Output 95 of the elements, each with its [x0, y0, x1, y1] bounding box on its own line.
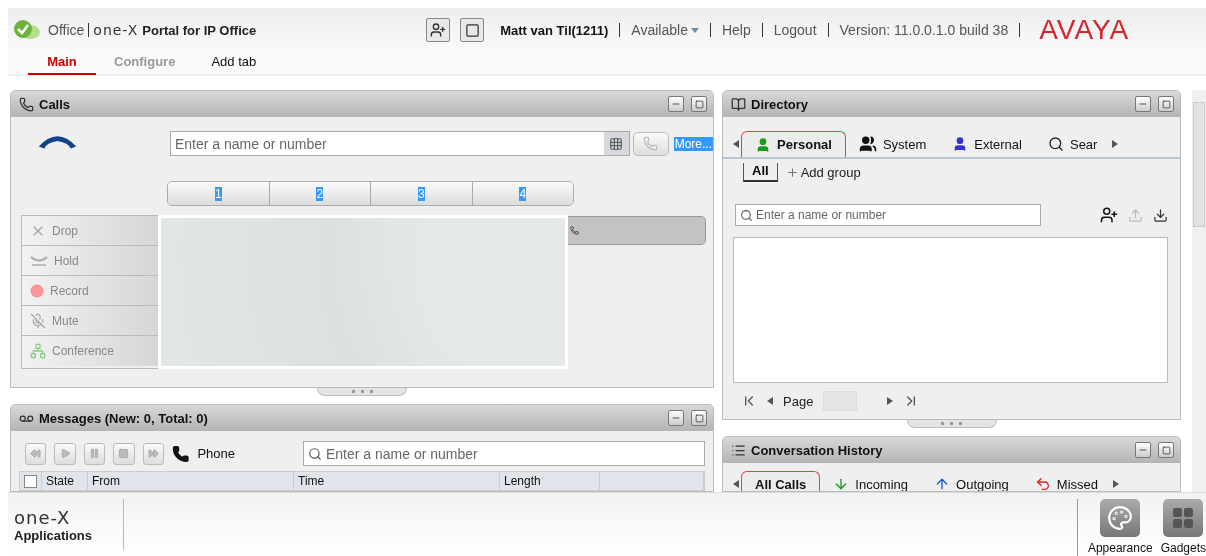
phone-label: Phone	[197, 446, 235, 461]
keypad-button[interactable]	[603, 132, 629, 155]
window-icon	[464, 22, 480, 38]
applications-label: Applications	[14, 527, 93, 543]
grid-icon	[1171, 506, 1196, 530]
left-triangle-icon	[733, 140, 739, 148]
chat-logo-icon	[12, 19, 42, 41]
history-tab[interactable]: All Calls	[741, 471, 821, 491]
maximize-icon	[694, 99, 704, 109]
search-icon	[1047, 136, 1064, 152]
status-dropdown[interactable]: Available	[631, 22, 699, 38]
missed-call-icon	[1034, 476, 1051, 491]
book-icon	[731, 96, 746, 112]
main-tab[interactable]: Add tab	[193, 51, 275, 75]
people-icon	[858, 135, 877, 153]
user-name: Matt van Til(1211)	[500, 22, 609, 38]
column-header[interactable]: Length	[500, 472, 600, 490]
add-contact-icon	[1100, 206, 1119, 224]
column-header[interactable]: From	[88, 472, 294, 490]
stop-icon	[118, 448, 130, 459]
add-contact-button[interactable]	[426, 18, 451, 42]
column-header[interactable]: Time	[294, 472, 500, 490]
column-header[interactable]: State	[42, 472, 88, 490]
window-button[interactable]	[460, 18, 485, 42]
minimize-button[interactable]	[1135, 442, 1152, 458]
keypad-icon	[609, 136, 624, 151]
list-icon	[731, 442, 746, 458]
phone-icon	[643, 136, 659, 151]
maximize-icon	[1161, 99, 1171, 109]
message-search-field[interactable]: Enter a name or number	[303, 441, 705, 466]
brand-logo: AVAYA	[1039, 14, 1130, 46]
download-icon	[1153, 207, 1169, 223]
header-link[interactable]: Logout	[773, 22, 817, 38]
record-icon	[30, 283, 44, 298]
telephone-icon	[19, 96, 34, 112]
onex-logo: one-X	[14, 506, 72, 528]
header-link[interactable]: Help	[721, 22, 751, 38]
version-text: Version: 11.0.0.1.0 build 38	[839, 22, 1009, 38]
add-group-button[interactable]: Add group	[785, 165, 861, 180]
product-name: Office	[48, 22, 85, 38]
panel-title: Directory	[751, 96, 810, 112]
grip-icon	[941, 422, 963, 425]
handset-icon	[570, 226, 579, 235]
play-icon	[59, 448, 71, 459]
palette-icon	[1107, 505, 1134, 531]
panel-title: Messages (New: 0, Total: 0)	[39, 410, 209, 426]
right-triangle-icon	[1113, 480, 1119, 488]
previous-page-icon	[767, 397, 773, 405]
hold-icon	[30, 255, 48, 266]
conference-icon	[30, 343, 46, 359]
history-tab[interactable]: Incoming	[820, 471, 922, 491]
onex-logo: one-X	[93, 22, 139, 38]
page-label: Page	[783, 393, 814, 409]
mute-icon	[30, 312, 46, 329]
rewind-icon	[30, 448, 42, 459]
directory-tab[interactable]: External	[939, 131, 1035, 157]
next-page-icon	[887, 397, 894, 405]
fast-forward-icon	[147, 448, 159, 459]
main-tab[interactable]: Main	[28, 51, 96, 75]
upload-icon	[1128, 207, 1144, 223]
pause-icon	[88, 448, 100, 459]
person-icon	[755, 136, 771, 153]
panel-title: Conversation History	[751, 442, 884, 458]
app-launcher[interactable]: Appearance	[1087, 499, 1153, 556]
dial-input-field[interactable]: Enter a name or number	[169, 131, 630, 156]
add-person-icon	[430, 22, 447, 38]
maximize-button[interactable]	[691, 96, 707, 112]
phone-icon	[171, 444, 190, 463]
resize-handle[interactable]	[317, 388, 407, 396]
maximize-icon	[694, 413, 704, 423]
directory-tab[interactable]: System	[845, 131, 940, 157]
maximize-button[interactable]	[1158, 442, 1175, 458]
grip-icon	[351, 390, 373, 393]
right-triangle-icon	[1112, 140, 1119, 148]
resize-handle[interactable]	[906, 420, 997, 428]
portal-title: Portal for IP Office	[142, 22, 257, 38]
minimize-button[interactable]	[1135, 96, 1152, 112]
history-tab[interactable]: Outgoing	[921, 471, 1022, 491]
maximize-icon	[1161, 445, 1171, 455]
select-all-checkbox[interactable]	[24, 474, 37, 488]
directory-search-field[interactable]: Enter a name or number	[735, 204, 1041, 226]
directory-tab[interactable]: Sear	[1034, 131, 1111, 157]
directory-tab[interactable]: Personal	[741, 131, 846, 157]
scrollbar[interactable]	[1192, 90, 1206, 492]
caret-icon	[690, 27, 699, 33]
plus-icon	[785, 166, 799, 179]
maximize-button[interactable]	[1158, 96, 1175, 112]
left-triangle-icon	[733, 480, 739, 488]
minimize-button[interactable]	[668, 96, 684, 112]
history-tab[interactable]: Missed	[1021, 471, 1111, 491]
minimize-button[interactable]	[668, 410, 684, 426]
maximize-button[interactable]	[691, 410, 707, 426]
group-tab[interactable]: All	[743, 163, 778, 182]
scrollbar-thumb[interactable]	[1193, 102, 1206, 227]
panel-title: Calls	[39, 96, 72, 112]
